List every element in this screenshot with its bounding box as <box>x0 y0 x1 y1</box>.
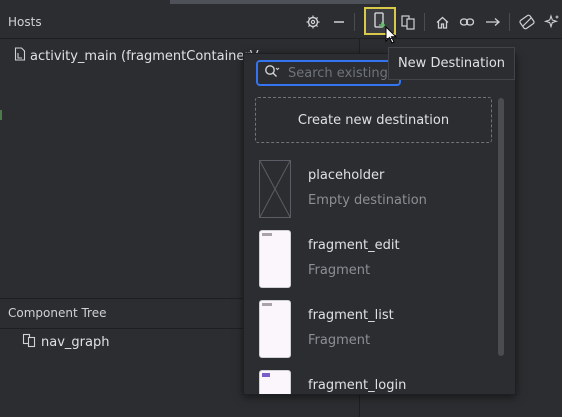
destination-name: placeholder <box>308 168 385 183</box>
destination-popup: Create new destination placeholder Empty… <box>243 53 516 395</box>
home-icon[interactable] <box>431 11 453 33</box>
gutter-marker <box>0 110 2 120</box>
toolbar-separator <box>424 13 425 31</box>
destination-item-fragment-login[interactable]: fragment_login <box>259 370 489 394</box>
destination-name: fragment_edit <box>308 238 400 253</box>
popup-scrollbar[interactable] <box>498 98 504 356</box>
destination-type: Empty destination <box>308 193 427 208</box>
fragment-thumbnail <box>259 370 291 394</box>
mouse-cursor-icon <box>385 25 398 48</box>
search-input[interactable] <box>286 64 390 82</box>
layout-file-icon <box>14 47 26 65</box>
minimize-icon[interactable] <box>328 11 350 33</box>
new-destination-tooltip: New Destination <box>388 47 515 80</box>
destination-type: Fragment <box>308 333 371 348</box>
component-tree-title: Component Tree <box>8 306 107 320</box>
search-box[interactable] <box>256 60 401 86</box>
sparkle-icon[interactable] <box>541 11 562 33</box>
search-icon <box>264 64 280 82</box>
host-item-label: activity_main (fragmentContainerV <box>30 48 259 64</box>
auto-arrange-icon[interactable] <box>516 11 538 33</box>
destination-name: fragment_login <box>308 378 407 393</box>
tree-item-label: nav_graph <box>41 335 110 350</box>
nested-graph-icon[interactable] <box>397 11 419 33</box>
tree-item-nav-graph[interactable]: nav_graph <box>22 333 109 352</box>
nav-graph-icon <box>22 333 37 352</box>
gear-icon[interactable] <box>302 11 324 33</box>
destination-item-placeholder[interactable]: placeholder Empty destination <box>259 160 489 220</box>
toolbar-separator <box>509 13 510 31</box>
fragment-thumbnail <box>259 230 291 288</box>
destination-type: Fragment <box>308 263 371 278</box>
toolbar-separator <box>354 13 355 31</box>
host-item[interactable]: activity_main (fragmentContainerV <box>14 46 259 66</box>
placeholder-thumbnail <box>259 160 291 218</box>
arrow-right-icon[interactable] <box>482 11 504 33</box>
hosts-title: Hosts <box>8 15 42 29</box>
header-divider <box>0 38 562 39</box>
link-icon[interactable] <box>456 11 478 33</box>
fragment-thumbnail <box>259 300 291 358</box>
create-new-destination-button[interactable]: Create new destination <box>255 97 492 143</box>
tab-strip-indicator <box>170 0 380 4</box>
destination-name: fragment_list <box>308 308 394 323</box>
destination-item-fragment-edit[interactable]: fragment_edit Fragment <box>259 230 489 290</box>
destination-item-fragment-list[interactable]: fragment_list Fragment <box>259 300 489 360</box>
